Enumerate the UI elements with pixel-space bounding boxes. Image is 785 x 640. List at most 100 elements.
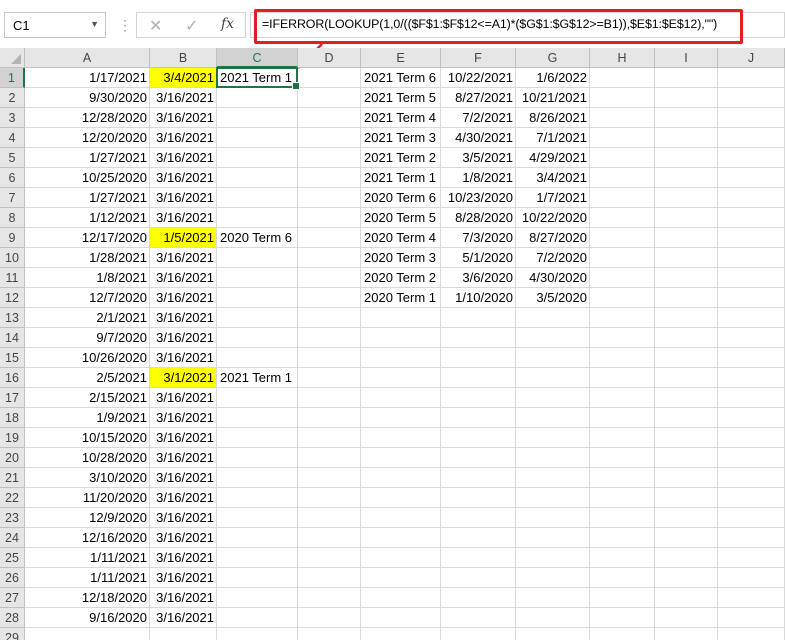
cell-f17[interactable] — [441, 388, 516, 408]
row-header[interactable]: 1 — [0, 68, 25, 88]
cell-d15[interactable] — [298, 348, 361, 368]
cell-e3[interactable]: 2021 Term 4 — [361, 108, 441, 128]
cell-b19[interactable]: 3/16/2021 — [150, 428, 217, 448]
cell-j28[interactable] — [718, 608, 785, 628]
cell-h24[interactable] — [590, 528, 655, 548]
cell-g22[interactable] — [516, 488, 590, 508]
cell-i24[interactable] — [655, 528, 718, 548]
row-header[interactable]: 15 — [0, 348, 25, 368]
row-header[interactable]: 21 — [0, 468, 25, 488]
cell-j8[interactable] — [718, 208, 785, 228]
cell-j17[interactable] — [718, 388, 785, 408]
cell-f5[interactable]: 3/5/2021 — [441, 148, 516, 168]
cell-b8[interactable]: 3/16/2021 — [150, 208, 217, 228]
cell-h25[interactable] — [590, 548, 655, 568]
cell-e9[interactable]: 2020 Term 4 — [361, 228, 441, 248]
cell-f24[interactable] — [441, 528, 516, 548]
cancel-icon[interactable]: ✕ — [149, 16, 162, 36]
cell-j1[interactable] — [718, 68, 785, 88]
row-header[interactable]: 19 — [0, 428, 25, 448]
cell-e27[interactable] — [361, 588, 441, 608]
cell-i7[interactable] — [655, 188, 718, 208]
cell-e4[interactable]: 2021 Term 3 — [361, 128, 441, 148]
row-header[interactable]: 28 — [0, 608, 25, 628]
cell-i27[interactable] — [655, 588, 718, 608]
cell-h27[interactable] — [590, 588, 655, 608]
cell-j10[interactable] — [718, 248, 785, 268]
cell-a15[interactable]: 10/26/2020 — [25, 348, 150, 368]
cell-d26[interactable] — [298, 568, 361, 588]
cell-e2[interactable]: 2021 Term 5 — [361, 88, 441, 108]
row-header[interactable]: 2 — [0, 88, 25, 108]
cell-j26[interactable] — [718, 568, 785, 588]
column-header-g[interactable]: G — [516, 48, 590, 68]
cell-h7[interactable] — [590, 188, 655, 208]
cell-g18[interactable] — [516, 408, 590, 428]
cell-b11[interactable]: 3/16/2021 — [150, 268, 217, 288]
cell-j15[interactable] — [718, 348, 785, 368]
cell-h20[interactable] — [590, 448, 655, 468]
cell-g14[interactable] — [516, 328, 590, 348]
cell-c24[interactable] — [217, 528, 298, 548]
cell-e24[interactable] — [361, 528, 441, 548]
cell-d4[interactable] — [298, 128, 361, 148]
cell-f2[interactable]: 8/27/2021 — [441, 88, 516, 108]
enter-icon[interactable]: ✓ — [185, 16, 198, 36]
cell-c25[interactable] — [217, 548, 298, 568]
cell-f6[interactable]: 1/8/2021 — [441, 168, 516, 188]
cell-d13[interactable] — [298, 308, 361, 328]
cell-a23[interactable]: 12/9/2020 — [25, 508, 150, 528]
cell-e16[interactable] — [361, 368, 441, 388]
cell-b1[interactable]: 3/4/2021 — [150, 68, 217, 88]
cell-a7[interactable]: 1/27/2021 — [25, 188, 150, 208]
cell-g28[interactable] — [516, 608, 590, 628]
cell-f18[interactable] — [441, 408, 516, 428]
cell-i23[interactable] — [655, 508, 718, 528]
cell-i5[interactable] — [655, 148, 718, 168]
cell-h26[interactable] — [590, 568, 655, 588]
cell-f23[interactable] — [441, 508, 516, 528]
cell-d18[interactable] — [298, 408, 361, 428]
cell-f19[interactable] — [441, 428, 516, 448]
cell-f15[interactable] — [441, 348, 516, 368]
cell-d2[interactable] — [298, 88, 361, 108]
row-header[interactable]: 11 — [0, 268, 25, 288]
cell-j25[interactable] — [718, 548, 785, 568]
cell-f25[interactable] — [441, 548, 516, 568]
cell-b10[interactable]: 3/16/2021 — [150, 248, 217, 268]
cell-g17[interactable] — [516, 388, 590, 408]
cell-g16[interactable] — [516, 368, 590, 388]
cell-d8[interactable] — [298, 208, 361, 228]
cell-c17[interactable] — [217, 388, 298, 408]
cell-h28[interactable] — [590, 608, 655, 628]
cell-e25[interactable] — [361, 548, 441, 568]
column-header-d[interactable]: D — [298, 48, 361, 68]
row-header[interactable]: 24 — [0, 528, 25, 548]
cell-a16[interactable]: 2/5/2021 — [25, 368, 150, 388]
cell-e28[interactable] — [361, 608, 441, 628]
cell-d27[interactable] — [298, 588, 361, 608]
row-header[interactable]: 16 — [0, 368, 25, 388]
cell-a24[interactable]: 12/16/2020 — [25, 528, 150, 548]
cell-d9[interactable] — [298, 228, 361, 248]
cell-h9[interactable] — [590, 228, 655, 248]
cell-a29[interactable] — [25, 628, 150, 640]
cell-j18[interactable] — [718, 408, 785, 428]
cell-c15[interactable] — [217, 348, 298, 368]
cell-a27[interactable]: 12/18/2020 — [25, 588, 150, 608]
cell-h19[interactable] — [590, 428, 655, 448]
cell-f4[interactable]: 4/30/2021 — [441, 128, 516, 148]
cell-f8[interactable]: 8/28/2020 — [441, 208, 516, 228]
cell-c29[interactable] — [217, 628, 298, 640]
chevron-down-icon[interactable]: ▼ — [90, 19, 99, 29]
row-header[interactable]: 7 — [0, 188, 25, 208]
cell-b20[interactable]: 3/16/2021 — [150, 448, 217, 468]
cell-c8[interactable] — [217, 208, 298, 228]
cell-a11[interactable]: 1/8/2021 — [25, 268, 150, 288]
cell-a5[interactable]: 1/27/2021 — [25, 148, 150, 168]
cell-j13[interactable] — [718, 308, 785, 328]
cell-f13[interactable] — [441, 308, 516, 328]
cell-j14[interactable] — [718, 328, 785, 348]
cell-j27[interactable] — [718, 588, 785, 608]
row-header[interactable]: 26 — [0, 568, 25, 588]
